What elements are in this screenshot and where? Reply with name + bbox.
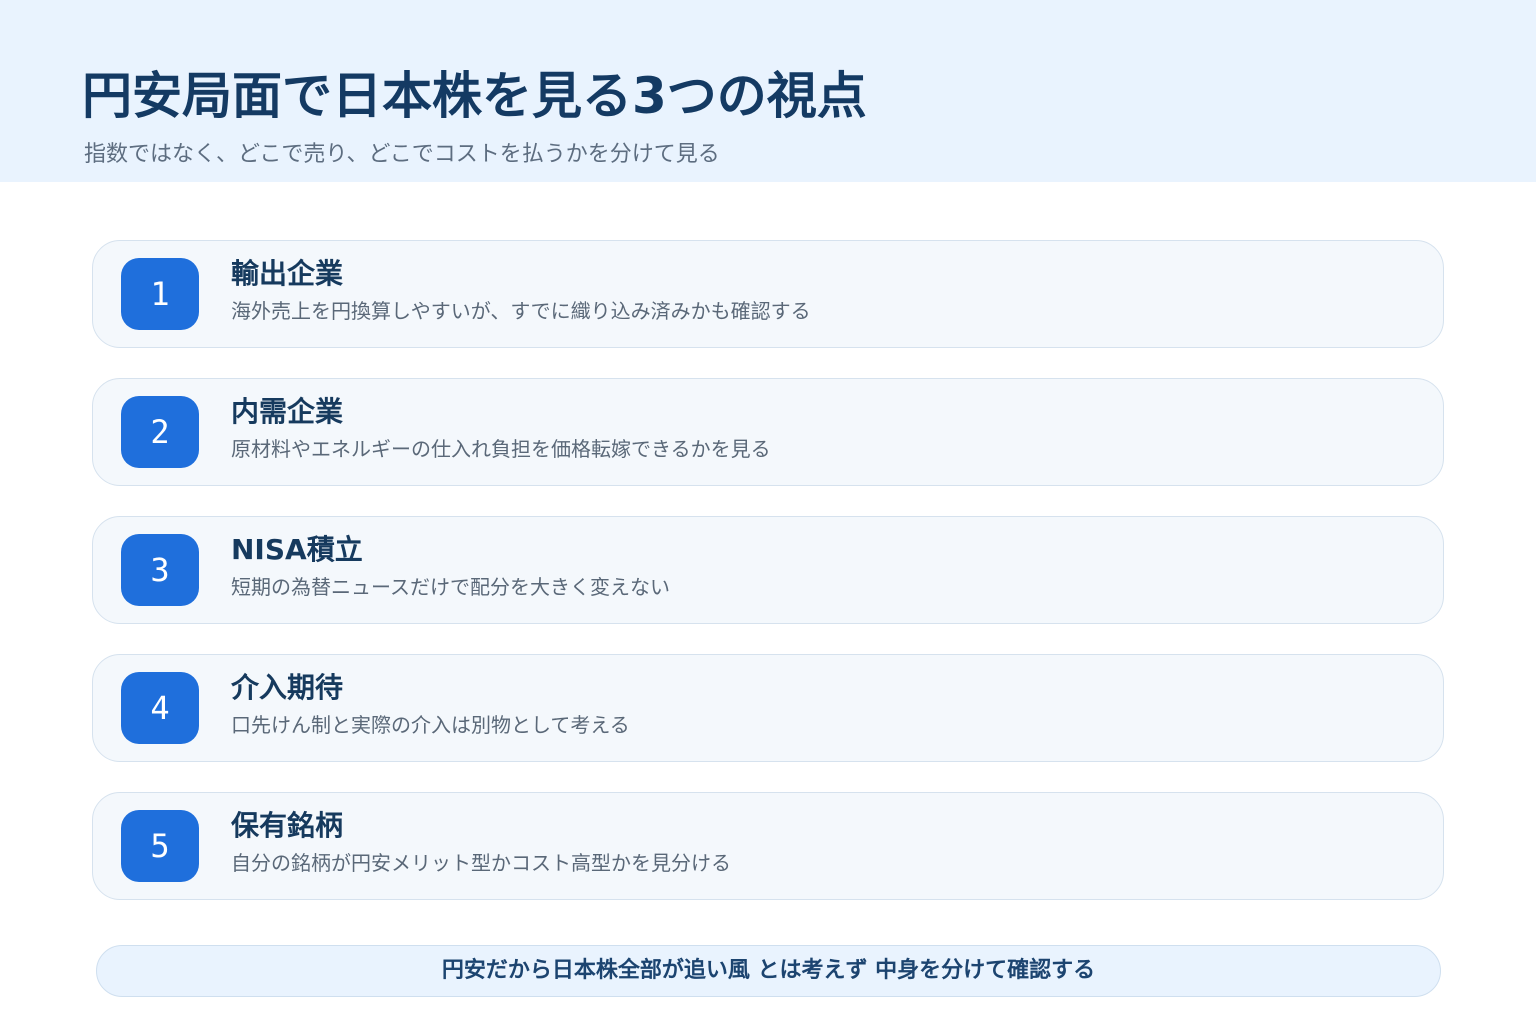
point-number-badge: 5 bbox=[121, 810, 199, 882]
point-title: 介入期待 bbox=[231, 671, 344, 704]
point-description: 原材料やエネルギーの仕入れ負担を価格転嫁できるかを見る bbox=[231, 437, 771, 461]
point-title: 保有銘柄 bbox=[231, 809, 344, 842]
point-number-badge: 1 bbox=[121, 258, 199, 330]
point-number-badge: 2 bbox=[121, 396, 199, 468]
page-subtitle: 指数ではなく、どこで売り、どこでコストを払うかを分けて見る bbox=[84, 142, 720, 167]
point-card-5: 5 保有銘柄 自分の銘柄が円安メリット型かコスト高型かを見分ける bbox=[92, 792, 1444, 900]
point-number-badge: 3 bbox=[121, 534, 199, 606]
page-title: 円安局面で日本株を見る3つの視点 bbox=[82, 67, 867, 125]
point-card-3: 3 NISA積立 短期の為替ニュースだけで配分を大きく変えない bbox=[92, 516, 1444, 624]
point-description: 海外売上を円換算しやすいが、すでに織り込み済みかも確認する bbox=[231, 299, 811, 323]
point-description: 自分の銘柄が円安メリット型かコスト高型かを見分ける bbox=[231, 851, 731, 875]
summary-note: 円安だから日本株全部が追い風 とは考えず 中身を分けて確認する bbox=[96, 945, 1441, 997]
point-card-2: 2 内需企業 原材料やエネルギーの仕入れ負担を価格転嫁できるかを見る bbox=[92, 378, 1444, 486]
point-card-4: 4 介入期待 口先けん制と実際の介入は別物として考える bbox=[92, 654, 1444, 762]
point-description: 口先けん制と実際の介入は別物として考える bbox=[231, 713, 630, 737]
point-card-1: 1 輸出企業 海外売上を円換算しやすいが、すでに織り込み済みかも確認する bbox=[92, 240, 1444, 348]
point-title: 輸出企業 bbox=[231, 257, 344, 290]
point-title: NISA積立 bbox=[231, 533, 363, 566]
point-title: 内需企業 bbox=[231, 395, 344, 428]
header-band: 円安局面で日本株を見る3つの視点 指数ではなく、どこで売り、どこでコストを払うか… bbox=[0, 0, 1536, 182]
point-description: 短期の為替ニュースだけで配分を大きく変えない bbox=[231, 575, 670, 599]
point-number-badge: 4 bbox=[121, 672, 199, 744]
